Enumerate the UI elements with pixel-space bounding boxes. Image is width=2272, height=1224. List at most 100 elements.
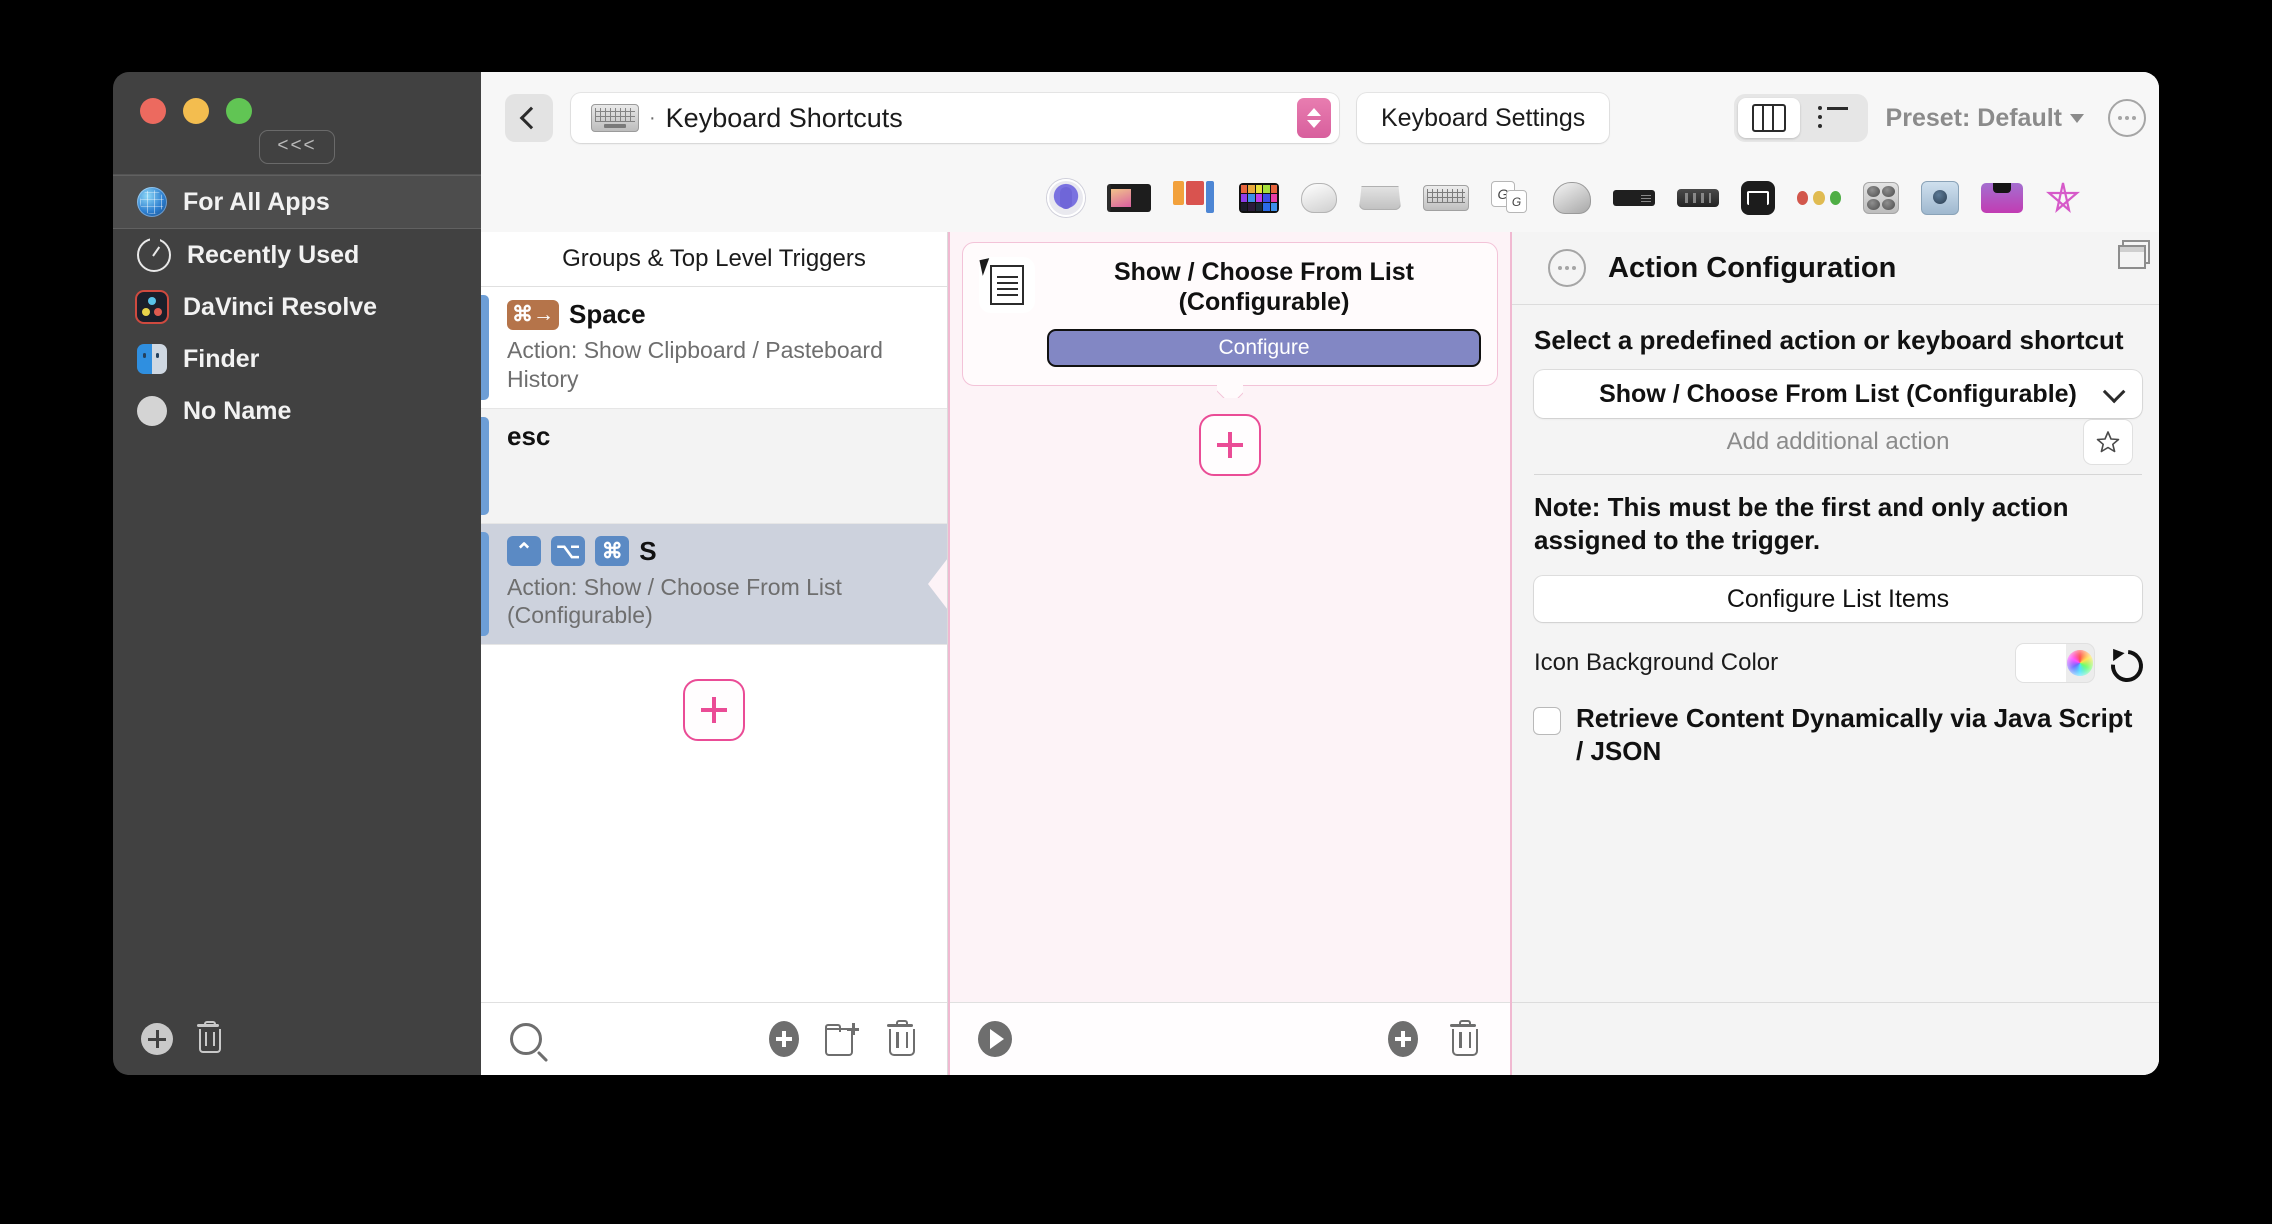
trigger-subtitle: Action: Show / Choose From List (Configu… (507, 573, 842, 629)
keycap: ⌃ (507, 536, 541, 566)
sidebar-item-label: DaVinci Resolve (183, 292, 378, 321)
search-button[interactable] (503, 1016, 549, 1062)
retrieve-dynamically-row[interactable]: Retrieve Content Dynamically via Java Sc… (1534, 702, 2142, 767)
globe-icon (137, 187, 167, 217)
circle-icon (137, 396, 167, 426)
stream-deck-icon[interactable] (1173, 181, 1217, 215)
configure-button[interactable]: Configure (1047, 329, 1481, 367)
groups-list: ⌘→ Space Action: Show Clipboard / Pasteb… (481, 287, 947, 1002)
chevron-down-icon (2102, 380, 2126, 404)
preset-selector[interactable]: Preset: Default (1886, 104, 2084, 133)
sidebar-collapse-row: <<< (113, 130, 481, 164)
drawing-icon[interactable] (1741, 181, 1775, 215)
normal-mouse-icon[interactable] (1553, 182, 1591, 214)
color-well[interactable] (2016, 644, 2094, 682)
groups-pane-header: Groups & Top Level Triggers (481, 232, 947, 287)
trigger-subtitle: Action: Show Clipboard / Pasteboard Hist… (507, 337, 883, 392)
add-additional-action-label[interactable]: Add additional action (1727, 428, 1950, 456)
add-group-button[interactable] (683, 679, 745, 741)
keyboard-settings-button[interactable]: Keyboard Settings (1357, 93, 1610, 143)
detach-window-icon[interactable] (2118, 240, 2150, 269)
sidebar-item-label: Finder (183, 344, 260, 373)
configure-list-items-button[interactable]: Configure List Items (1534, 576, 2142, 622)
star-gesture-icon[interactable] (2045, 180, 2081, 216)
table-row[interactable]: ⌃ ⌥ ⌘ S Action: Show / Choose From List … (481, 523, 947, 645)
action-select-row: Show / Choose From List (Configurable) (1534, 370, 2142, 418)
delete-trigger-button[interactable] (877, 1016, 923, 1062)
favorite-button[interactable] (2084, 420, 2132, 464)
color-swatch (2016, 644, 2066, 682)
add-icon (1388, 1021, 1418, 1057)
screen: <<< For All Apps Recently Used DaVinci R… (0, 0, 2272, 1224)
add-action-footer-button[interactable] (1380, 1016, 1426, 1062)
reset-icon[interactable] (2104, 643, 2150, 689)
more-options-button[interactable] (2108, 99, 2146, 137)
run-action-button[interactable] (972, 1016, 1018, 1062)
config-title: Action Configuration (1608, 251, 1897, 284)
color-wheel-icon (2067, 650, 2093, 676)
add-app-button[interactable] (141, 1023, 173, 1055)
keycap: ⌘ (595, 536, 630, 566)
action-select[interactable]: Show / Choose From List (Configurable) (1534, 370, 2142, 418)
close-button[interactable] (140, 98, 166, 124)
config-header: Action Configuration (1512, 232, 2159, 305)
row-accent-bar (481, 416, 489, 515)
keyboard-icon[interactable] (1423, 185, 1469, 211)
bettertouchtool-window: <<< For All Apps Recently Used DaVinci R… (113, 72, 2159, 1075)
note-text: Note: This must be the first and only ac… (1534, 492, 2069, 555)
play-icon (978, 1021, 1012, 1057)
star-icon (2096, 431, 2120, 453)
magic-mouse-icon[interactable] (1301, 183, 1337, 213)
config-pane-footer (1512, 1002, 2159, 1075)
sidebar-item-no-name[interactable]: No Name (113, 385, 481, 437)
table-row[interactable]: esc (481, 408, 947, 524)
groups-pane: Groups & Top Level Triggers ⌘→ Space Act… (481, 232, 948, 1075)
ellipsis-circle-icon[interactable] (1548, 249, 1586, 287)
remote-strip-icon[interactable] (1613, 190, 1655, 206)
choose-from-list-icon (979, 257, 1035, 313)
icon-background-color-row: Icon Background Color (1534, 643, 2150, 689)
tab-columns-view[interactable] (1737, 98, 1800, 138)
key-sequence-icon[interactable]: GG (1491, 181, 1531, 215)
tab-list-view[interactable] (1802, 98, 1864, 138)
selection-notch (928, 557, 947, 610)
trigger-title-row: esc (507, 421, 931, 452)
new-folder-button[interactable] (819, 1016, 865, 1062)
action-card-body: Show / Choose From List (Configurable) C… (1047, 257, 1481, 367)
back-button[interactable] (505, 94, 553, 142)
select-action-label: Select a predefined action or keyboard s… (1534, 325, 2124, 355)
trackpad-icon[interactable] (1359, 186, 1401, 210)
stepper-up-down-icon[interactable] (1297, 98, 1331, 138)
sidebar-item-davinci-resolve[interactable]: DaVinci Resolve (113, 281, 481, 333)
add-action-button[interactable] (1199, 414, 1261, 476)
sidebar-item-finder[interactable]: Finder (113, 333, 481, 385)
sidebar-item-recently-used[interactable]: Recently Used (113, 229, 481, 281)
action-select-value: Show / Choose From List (Configurable) (1599, 379, 2077, 408)
traffic-light-icon[interactable] (1797, 189, 1841, 207)
midi-icon[interactable] (1921, 181, 1959, 215)
path-field[interactable]: · Keyboard Shortcuts (571, 93, 1339, 143)
columns-icon (1751, 104, 1786, 132)
sidebar-item-for-all-apps[interactable]: For All Apps (113, 175, 481, 229)
siri-remote-icon[interactable] (1677, 189, 1719, 207)
collapse-sidebar-button[interactable]: <<< (259, 130, 335, 164)
bettertouchtool-icon[interactable] (1047, 179, 1085, 217)
window-toolbar: · Keyboard Shortcuts Keyboard Settings P… (481, 72, 2159, 164)
search-icon (510, 1023, 542, 1055)
card-notch (1217, 385, 1243, 398)
minimize-button[interactable] (183, 98, 209, 124)
grid-icon[interactable] (1239, 183, 1279, 213)
stream-deck-plus-icon[interactable] (1981, 183, 2023, 213)
maximize-button[interactable] (226, 98, 252, 124)
touchbar-icon[interactable] (1107, 184, 1151, 212)
trigger-type-strip: GG (481, 164, 2159, 232)
action-card[interactable]: Show / Choose From List (Configurable) C… (962, 242, 1498, 386)
retrieve-dynamically-checkbox[interactable] (1534, 708, 1560, 734)
delete-action-button[interactable] (1440, 1016, 1486, 1062)
actions-pane: Show / Choose From List (Configurable) C… (948, 232, 1512, 1075)
knobs-icon[interactable] (1863, 182, 1899, 214)
trash-icon[interactable] (195, 1021, 221, 1054)
table-row[interactable]: ⌘→ Space Action: Show Clipboard / Pasteb… (481, 287, 947, 409)
trigger-title-row: ⌘→ Space (507, 299, 931, 330)
add-trigger-button[interactable] (761, 1016, 807, 1062)
